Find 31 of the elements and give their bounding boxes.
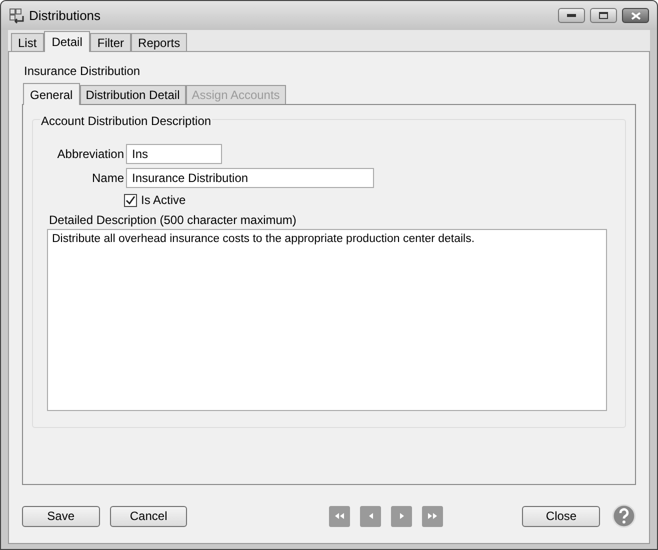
minimize-button[interactable] — [558, 8, 585, 23]
tab[interactable]: List — [11, 33, 44, 51]
record-title: Insurance Distribution — [24, 63, 142, 78]
first-icon — [334, 511, 346, 521]
save-button[interactable]: Save — [22, 506, 100, 526]
cancel-button[interactable]: Cancel — [110, 506, 188, 526]
app-icon — [9, 8, 25, 24]
name-field[interactable]: Insurance Distribution — [126, 168, 374, 188]
last-icon — [427, 511, 438, 521]
close-button[interactable]: Close — [522, 506, 600, 526]
field-label: Name — [90, 170, 125, 187]
description-field[interactable]: Distribute all overhead insurance costs to the appropriate production center details. — [47, 229, 607, 411]
minimize-icon — [567, 14, 576, 17]
tab[interactable]: Filter — [90, 33, 132, 51]
tab[interactable]: Reports — [131, 33, 188, 51]
maximize-button[interactable] — [590, 8, 617, 23]
tab[interactable]: Detail — [44, 31, 90, 52]
help-icon[interactable] — [612, 504, 636, 528]
checkbox[interactable] — [124, 194, 137, 206]
field-label: Abbreviation — [56, 146, 125, 163]
tab[interactable]: General — [23, 83, 80, 105]
close-window-button[interactable] — [622, 8, 649, 23]
close-icon — [630, 12, 640, 20]
abbreviation-field[interactable]: Ins — [126, 144, 222, 164]
next-icon — [399, 511, 404, 521]
tab[interactable]: Distribution Detail — [80, 85, 186, 104]
field-label: Detailed Description (500 character maximum) — [49, 212, 298, 227]
maximize-icon — [599, 12, 608, 19]
checkbox-label: Is Active — [141, 192, 186, 209]
window-title: Distributions — [29, 6, 101, 25]
previous-icon — [368, 511, 374, 521]
